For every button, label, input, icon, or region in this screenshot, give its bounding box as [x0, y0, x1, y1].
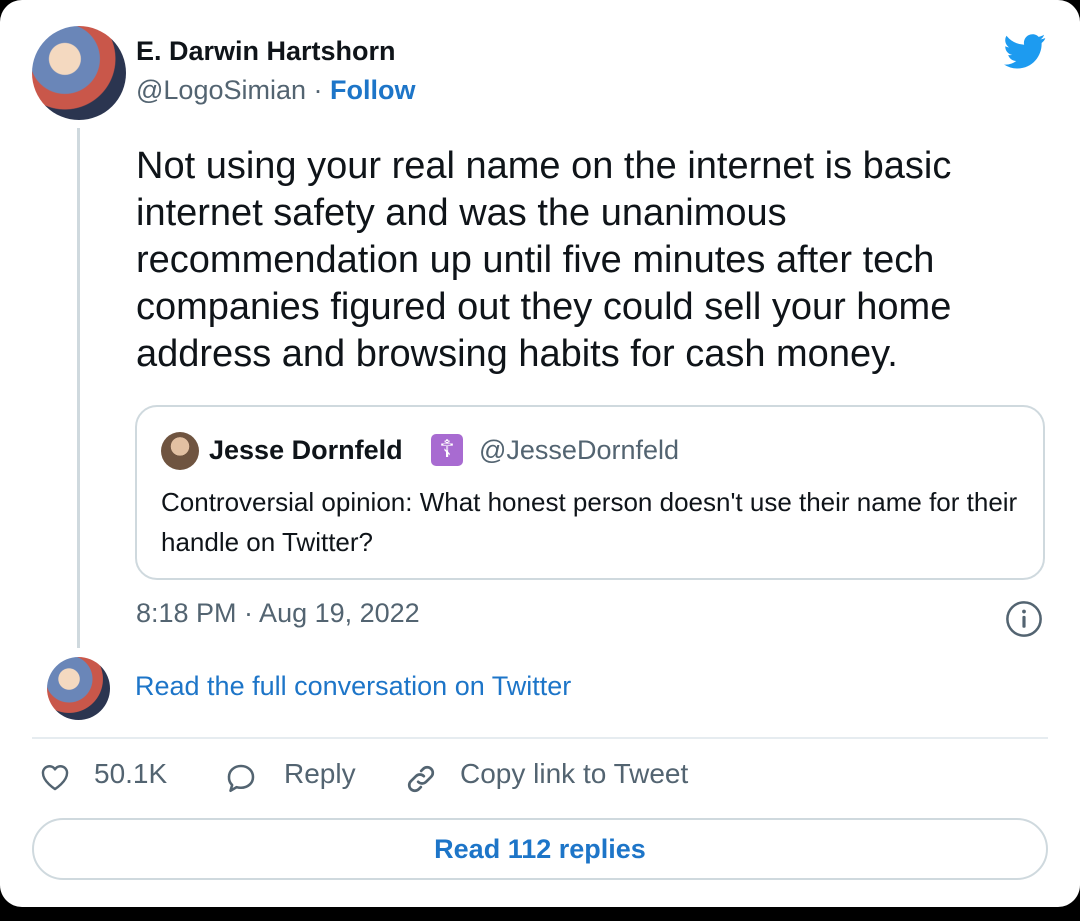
author-avatar-small[interactable] — [47, 657, 110, 720]
orthodox-cross-badge-icon: ☦ — [431, 434, 463, 466]
quoted-author-handle: @JesseDornfeld — [479, 435, 679, 465]
info-icon[interactable] — [1005, 600, 1043, 638]
reply-bubble-icon — [227, 764, 255, 793]
quoted-tweet-text: Controversial opinion: What honest perso… — [161, 487, 1018, 557]
handle-separator: · — [306, 75, 331, 105]
tweet-timestamp[interactable]: 8:18 PM · Aug 19, 2022 — [136, 598, 420, 629]
twitter-bird-icon[interactable] — [1000, 30, 1050, 72]
reply-button[interactable]: Reply — [222, 758, 356, 793]
tweet-text: Not using your real name on the internet… — [136, 145, 952, 375]
copy-link-label: Copy link to Tweet — [460, 758, 689, 789]
author-handle-row: @LogoSimian · Follow — [136, 75, 416, 106]
reply-label: Reply — [284, 758, 356, 789]
quoted-author-avatar — [161, 432, 199, 470]
author-handle[interactable]: @LogoSimian — [136, 75, 306, 105]
copy-link-button[interactable]: Copy link to Tweet — [402, 758, 689, 793]
quoted-tweet[interactable]: Jesse Dornfeld ☦ @JesseDornfeld Controve… — [135, 405, 1045, 580]
read-full-conversation-link[interactable]: Read the full conversation on Twitter — [135, 671, 571, 702]
author-name[interactable]: E. Darwin Hartshorn — [136, 36, 396, 67]
likes-count: 50.1K — [94, 758, 168, 789]
heart-icon — [41, 765, 69, 791]
divider — [32, 737, 1048, 739]
link-icon — [407, 765, 435, 793]
read-replies-button[interactable]: Read 112 replies — [32, 818, 1048, 880]
like-button[interactable]: 50.1K — [38, 758, 168, 791]
quoted-author-name: Jesse Dornfeld — [209, 435, 403, 465]
author-avatar[interactable] — [32, 26, 126, 120]
follow-link[interactable]: Follow — [330, 75, 415, 105]
thread-line — [77, 128, 80, 648]
tweet-embed-card: E. Darwin Hartshorn @LogoSimian · Follow… — [0, 0, 1080, 907]
